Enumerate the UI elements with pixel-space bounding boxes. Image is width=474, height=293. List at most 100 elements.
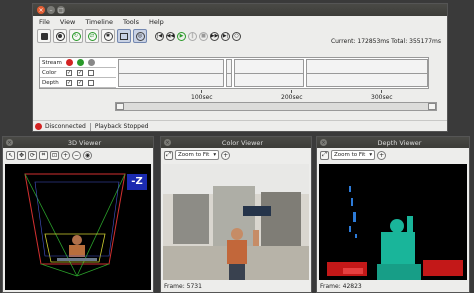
close-icon[interactable]: ×: [6, 139, 13, 146]
menu-tools[interactable]: Tools: [123, 18, 139, 26]
depth-image-canvas[interactable]: [319, 164, 467, 280]
loop-button[interactable]: ◎: [133, 29, 147, 43]
zoom-in-icon[interactable]: +: [377, 150, 387, 160]
record-checkbox[interactable]: ✓: [66, 69, 72, 76]
depth-viewer-title: Depth Viewer: [377, 138, 422, 147]
color-image-canvas[interactable]: [163, 164, 309, 280]
settings-icon[interactable]: ◉: [83, 150, 92, 160]
tick-mark: [201, 90, 202, 93]
hide-stream-icon: [88, 59, 95, 66]
chevron-down-icon: ▾: [213, 152, 217, 158]
crop-icon[interactable]: ⌗: [39, 150, 48, 160]
hide-checkbox[interactable]: [88, 79, 94, 86]
tick-label-300: 300sec: [371, 94, 393, 101]
stream-label: Color: [42, 69, 57, 76]
refresh-button[interactable]: ↻: [69, 29, 83, 43]
hide-checkbox[interactable]: [88, 69, 94, 76]
step-forward-button[interactable]: ▶▶: [210, 31, 219, 41]
color-viewer-title: Color Viewer: [221, 138, 264, 147]
depth-frame-image: [319, 164, 467, 280]
main-window: × – □ File View Timeline Tools Help ↻ ⇄ …: [32, 3, 448, 132]
record-checkbox[interactable]: ✓: [66, 79, 72, 86]
chevron-down-icon: ▾: [369, 152, 373, 158]
depth-viewer-titlebar: × Depth Viewer: [317, 137, 469, 148]
zoom-in-icon[interactable]: +: [221, 150, 231, 160]
record-stream-icon: [66, 59, 73, 66]
tick-mark: [291, 90, 292, 93]
status-bar: Disconnected Playback Stopped: [33, 120, 447, 132]
timeline-segment[interactable]: [234, 59, 304, 87]
stream-row-depth: Depth ✓ ✓: [40, 78, 116, 88]
viewer-3d-titlebar: × 3D Viewer: [3, 137, 153, 148]
zoom-select[interactable]: Zoom to Fit ▾: [331, 150, 376, 160]
record-button[interactable]: [53, 29, 67, 43]
close-icon[interactable]: ×: [320, 139, 327, 146]
play-checkbox[interactable]: ✓: [77, 79, 83, 86]
skip-start-button[interactable]: |◀: [155, 31, 164, 41]
play-button[interactable]: ▶: [177, 31, 186, 41]
timeline-segment[interactable]: [118, 59, 224, 87]
timeline-segment[interactable]: [306, 59, 428, 87]
timeline-scrollbar[interactable]: [115, 102, 437, 111]
play-checkbox[interactable]: ✓: [77, 69, 83, 76]
refresh-icon: ↻: [71, 31, 81, 41]
stream-header-row: Stream: [40, 58, 116, 68]
zoom-select[interactable]: Zoom to Fit ▾: [175, 150, 220, 160]
pointer-icon[interactable]: ↖: [6, 150, 15, 160]
color-frame-number: Frame: 5731: [164, 283, 202, 290]
gear-icon: ✱: [103, 31, 113, 41]
viewer-3d-title: 3D Viewer: [67, 138, 102, 147]
stream-list: Stream Color ✓ ✓ Depth ✓ ✓: [40, 58, 116, 88]
pan-icon[interactable]: ✥: [17, 150, 26, 160]
sync-button[interactable]: ⇄: [85, 29, 99, 43]
fit-screen-icon[interactable]: ⤢: [320, 150, 329, 160]
menu-view[interactable]: View: [60, 18, 75, 26]
viewer-3d-window: × 3D Viewer ↖ ✥ ⟳ ⌗ ⊡ + − ◉ -Z: [2, 136, 154, 293]
step-back-button[interactable]: ◀◀: [166, 31, 175, 41]
skip-end-button[interactable]: ▶|: [221, 31, 230, 41]
rotate-icon[interactable]: ⟳: [28, 150, 37, 160]
tick-label-100: 100sec: [191, 94, 213, 101]
stream-label: Depth: [42, 79, 59, 86]
stream-row-color: Color ✓ ✓: [40, 68, 116, 78]
timeline-panel: Stream Color ✓ ✓ Depth ✓ ✓: [39, 57, 429, 89]
timeline-track[interactable]: [116, 58, 428, 88]
status-divider: [89, 122, 91, 131]
minimize-window-button[interactable]: –: [47, 6, 55, 14]
stop-icon: [40, 32, 48, 40]
zoom-select-value: Zoom to Fit: [178, 152, 210, 158]
pause-button[interactable]: ‖: [188, 31, 197, 41]
scroll-left-button[interactable]: [116, 103, 124, 110]
fit-screen-icon[interactable]: ⤢: [164, 150, 173, 160]
marker-button[interactable]: ○: [232, 31, 241, 41]
scroll-right-button[interactable]: [428, 103, 436, 110]
loop-icon: ◎: [135, 31, 145, 41]
settings-button[interactable]: ✱: [101, 29, 115, 43]
close-icon[interactable]: ×: [164, 139, 171, 146]
timeline-segment[interactable]: [226, 59, 232, 87]
stop-record-button[interactable]: [37, 29, 51, 43]
stop-playback-button[interactable]: ■: [199, 31, 208, 41]
close-window-button[interactable]: ×: [37, 6, 45, 14]
menu-timeline[interactable]: Timeline: [85, 18, 113, 26]
color-viewer-window: × Color Viewer ⤢ Zoom to Fit ▾ + Frame: 5…: [160, 136, 312, 293]
color-frame-image: [163, 164, 309, 280]
tick-label-200: 200sec: [281, 94, 303, 101]
depth-viewer-toolbar: ⤢ Zoom to Fit ▾ +: [317, 148, 469, 162]
zoom-select-value: Zoom to Fit: [334, 152, 366, 158]
zoom-out-icon[interactable]: −: [72, 150, 81, 160]
axis-indicator: -Z: [127, 174, 147, 190]
view-toggle-button[interactable]: [117, 29, 131, 43]
depth-frame-number: Frame: 42823: [320, 283, 362, 290]
sync-icon: ⇄: [87, 31, 97, 41]
stream-header-label: Stream: [42, 59, 62, 66]
fit-icon[interactable]: ⊡: [50, 150, 59, 160]
zoom-in-icon[interactable]: +: [61, 150, 70, 160]
maximize-window-button[interactable]: □: [57, 6, 65, 14]
playback-status-text: Playback Stopped: [94, 123, 149, 130]
tick-mark: [381, 90, 382, 93]
menu-file[interactable]: File: [39, 18, 50, 26]
viewer-3d-canvas[interactable]: -Z: [5, 164, 151, 290]
color-viewer-toolbar: ⤢ Zoom to Fit ▾ +: [161, 148, 311, 162]
menu-help[interactable]: Help: [149, 18, 164, 26]
